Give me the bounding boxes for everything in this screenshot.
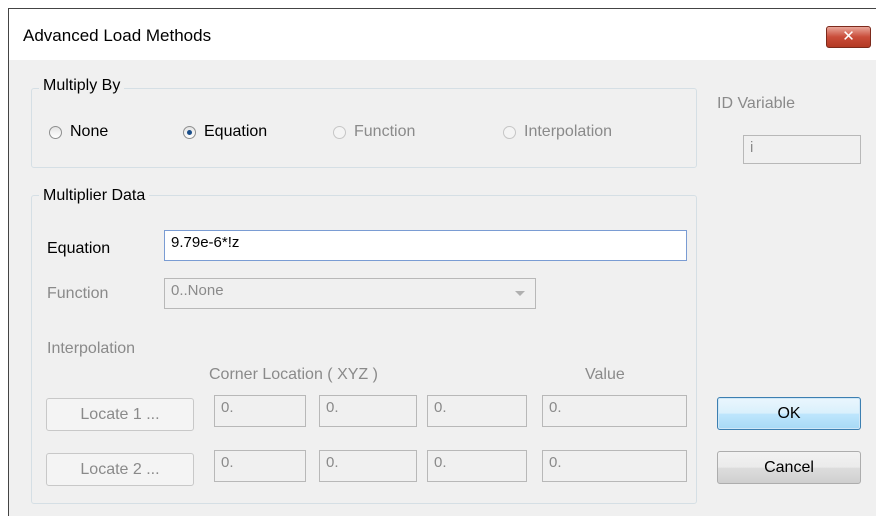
multiplier-data-label: Multiplier Data [39,187,150,205]
equation-input[interactable]: 9.79e-6*!z [164,230,687,261]
chevron-down-icon [515,291,525,296]
row-2-x-input[interactable]: 0. [214,450,306,482]
function-select[interactable]: 0..None [164,278,536,309]
ok-button[interactable]: OK [717,397,861,430]
row-1-y-input[interactable]: 0. [319,395,417,427]
radio-interpolation[interactable]: Interpolation [503,123,612,141]
function-label: Function [47,285,109,302]
id-variable-input[interactable]: i [743,135,861,164]
row-2-y-input[interactable]: 0. [319,450,417,482]
value-column-label: Value [585,366,625,383]
row-1-value-input[interactable]: 0. [542,395,687,427]
radio-function-indicator [333,125,346,139]
radio-interpolation-indicator [503,125,516,139]
interpolation-label: Interpolation [47,340,136,357]
equation-label: Equation [47,240,111,257]
radio-equation[interactable]: Equation [183,123,267,141]
locate-1-button[interactable]: Locate 1 ... [46,398,194,431]
radio-function-label: Function [354,123,416,140]
function-select-value: 0..None [171,282,224,299]
cancel-button[interactable]: Cancel [717,451,861,484]
id-variable-label: ID Variable [717,95,795,112]
row-2-z-input[interactable]: 0. [427,450,527,482]
close-icon: ✕ [842,27,855,45]
locate-2-button[interactable]: Locate 2 ... [46,453,194,486]
title-bar[interactable]: Advanced Load Methods ✕ [9,9,876,60]
radio-equation-label: Equation [204,123,268,140]
radio-none-label: None [70,123,109,140]
window-title: Advanced Load Methods [23,26,212,45]
row-2-value-input[interactable]: 0. [542,450,687,482]
close-button[interactable]: ✕ [826,26,871,48]
radio-none-indicator [49,125,62,139]
radio-function[interactable]: Function [333,123,415,141]
radio-interpolation-label: Interpolation [524,123,613,140]
multiply-by-label: Multiply By [39,77,125,95]
corner-location-label: Corner Location ( XYZ ) [209,366,378,383]
dialog-window: Advanced Load Methods ✕ Multiply By None… [8,8,876,516]
radio-equation-indicator [183,125,196,139]
row-1-z-input[interactable]: 0. [427,395,527,427]
radio-none[interactable]: None [49,123,108,141]
row-1-x-input[interactable]: 0. [214,395,306,427]
